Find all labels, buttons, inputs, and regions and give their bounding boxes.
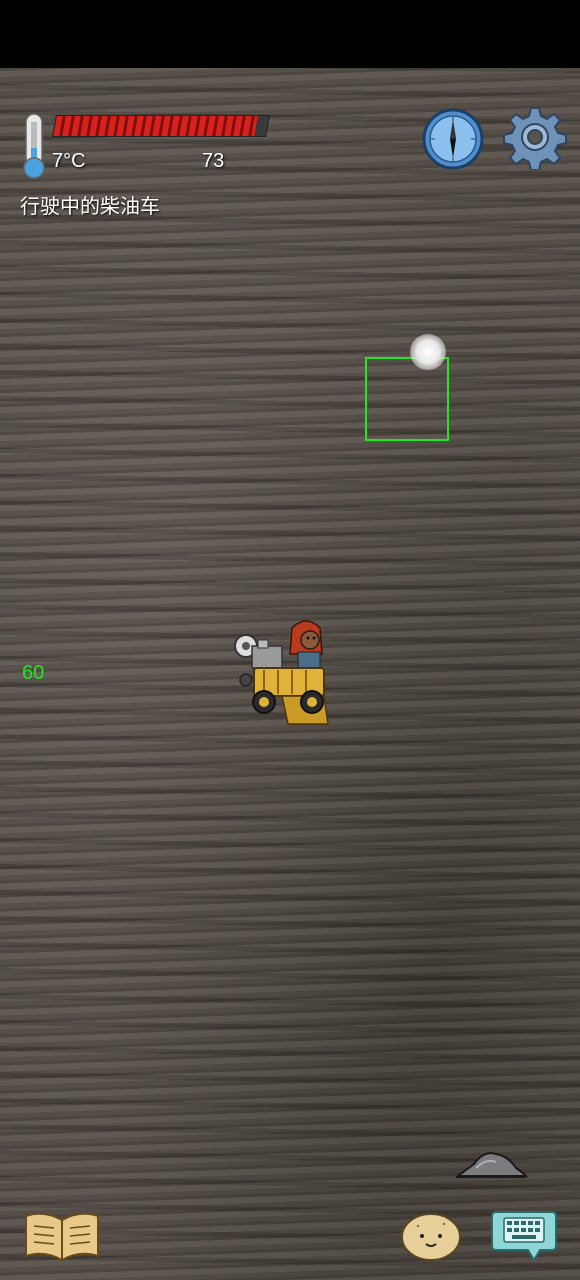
moon-light-orb (410, 334, 446, 370)
food-counter: 73 (202, 150, 225, 172)
thermometer-icon (23, 113, 45, 179)
held-item-label: 行驶中的柴油车 (20, 196, 160, 218)
recipe-book-icon[interactable] (22, 1206, 102, 1262)
gear-icon[interactable] (502, 104, 568, 170)
player-on-diesel-cart[interactable] (232, 616, 332, 728)
fps-counter: 60 (22, 662, 45, 684)
keyboard-chat-icon[interactable] (490, 1206, 558, 1264)
temperature-readout: 7°C (52, 150, 86, 172)
emote-face-icon[interactable] (400, 1210, 462, 1262)
status-bar (0, 0, 580, 68)
compass-icon[interactable] (422, 108, 484, 170)
target-tile-highlight[interactable] (365, 357, 449, 441)
heat-meter-fill (53, 116, 259, 136)
big-rock[interactable] (454, 1146, 528, 1180)
heat-meter (52, 115, 270, 137)
